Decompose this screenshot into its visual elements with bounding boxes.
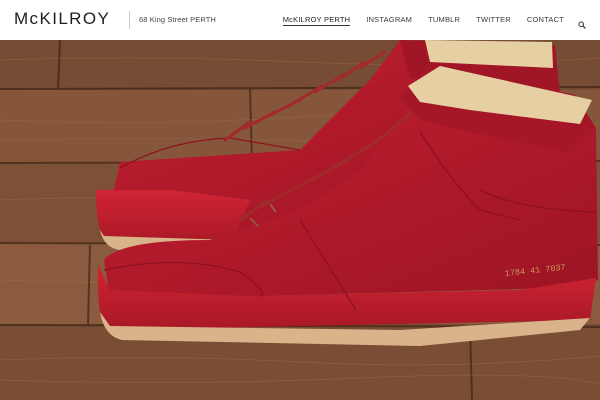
nav-item-twitter[interactable]: TWITTER	[476, 15, 511, 25]
search-icon[interactable]	[578, 16, 586, 29]
nav-item-contact[interactable]: CONTACT	[527, 15, 564, 25]
site-header: McKILROY 68 King Street PERTH McKILROY P…	[0, 0, 600, 40]
nav-item-instagram[interactable]: INSTAGRAM	[366, 15, 412, 25]
site-logo[interactable]: McKILROY	[14, 9, 110, 29]
store-address: 68 King Street PERTH	[139, 15, 216, 24]
main-nav: McKILROY PERTH INSTAGRAM TUMBLR TWITTER …	[267, 0, 586, 40]
nav-item-tumblr[interactable]: TUMBLR	[428, 15, 460, 25]
nav-item-mckilroy-perth[interactable]: McKILROY PERTH	[282, 15, 351, 26]
header-divider	[129, 11, 130, 29]
hero-image: 1784 41 7037	[0, 40, 600, 400]
